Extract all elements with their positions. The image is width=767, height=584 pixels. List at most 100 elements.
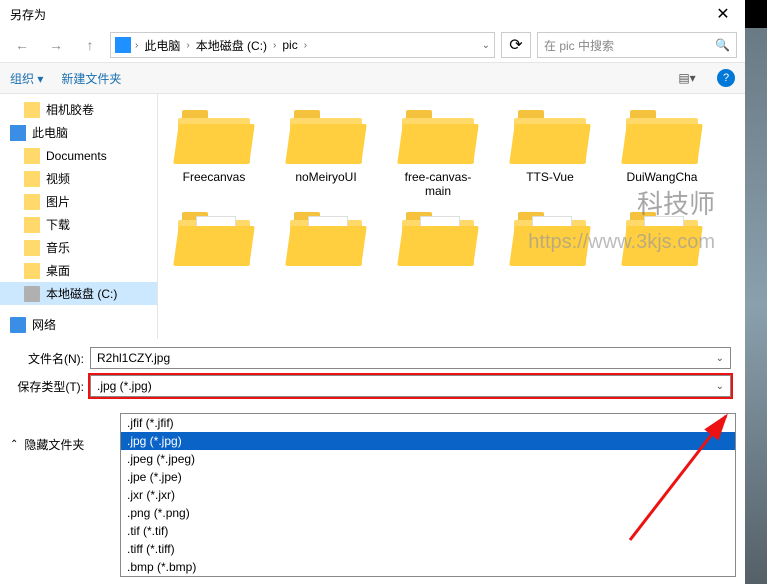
folder-item[interactable] (168, 210, 260, 272)
filetype-label: 保存类型(T): (14, 378, 90, 395)
file-list[interactable]: Freecanvas noMeiryoUI free-canvas-main TTS-… (158, 94, 745, 339)
folder-icon (402, 108, 474, 164)
filetype-option[interactable]: .jpeg (*.jpeg) (121, 450, 735, 468)
filetype-option[interactable]: .bmp (*.bmp) (121, 558, 735, 576)
sidebar-item[interactable]: 此电脑 (0, 121, 157, 144)
folder-icon (178, 108, 250, 164)
sidebar-item-label: 网络 (32, 316, 56, 333)
chevron-down-icon: ⌃ (10, 439, 18, 450)
breadcrumb-seg[interactable]: pic (278, 36, 301, 54)
sidebar-item[interactable]: 下载 (0, 213, 157, 236)
filename-label: 文件名(N): (14, 350, 90, 367)
filetype-option[interactable]: .jpg (*.jpg) (121, 432, 735, 450)
sidebar-item-label: 此电脑 (32, 124, 68, 141)
sidebar-item-label: 图片 (46, 193, 70, 210)
toolbar: 组织 ▾ 新建文件夹 ▤▾ ? (0, 62, 745, 94)
sidebar-item-label: 桌面 (46, 262, 70, 279)
breadcrumb[interactable]: › 此电脑 › 本地磁盘 (C:) › pic › ⌄ (110, 32, 495, 58)
save-as-dialog: 另存为 ✕ ← → ↑ › 此电脑 › 本地磁盘 (C:) › pic › ⌄ … (0, 0, 745, 584)
folder-icon (24, 263, 40, 279)
folder-icon (290, 210, 362, 266)
folder-icon (514, 108, 586, 164)
refresh-button[interactable]: ⟳ (501, 32, 531, 58)
chevron-right-icon: › (135, 40, 138, 51)
folder-item[interactable] (392, 210, 484, 272)
hide-folders-toggle[interactable]: ⌃ 隐藏文件夹 (10, 436, 84, 453)
fields: 文件名(N): R2hl1CZY.jpg ⌄ 保存类型(T): .jpg (*.… (0, 339, 745, 397)
breadcrumb-seg[interactable]: 本地磁盘 (C:) (192, 35, 271, 56)
view-mode-button[interactable]: ▤▾ (675, 67, 699, 89)
search-placeholder: 在 pic 中搜索 (544, 37, 614, 54)
back-button[interactable]: ← (8, 32, 36, 58)
sidebar-item-label: 音乐 (46, 239, 70, 256)
folder-icon (290, 108, 362, 164)
sidebar-item[interactable]: Documents (0, 144, 157, 167)
titlebar: 另存为 ✕ (0, 0, 745, 28)
filetype-option[interactable]: .png (*.png) (121, 504, 735, 522)
filetype-option[interactable]: .jpe (*.jpe) (121, 468, 735, 486)
filetype-option[interactable]: .jfif (*.jfif) (121, 414, 735, 432)
sidebar-item[interactable]: 音乐 (0, 236, 157, 259)
chevron-right-icon: › (304, 40, 307, 51)
dialog-title: 另存为 (10, 6, 46, 23)
chevron-down-icon[interactable]: ⌄ (716, 381, 724, 392)
sidebar-item-label: 本地磁盘 (C:) (46, 285, 117, 302)
folder-icon (626, 210, 698, 266)
refresh-icon: ⟳ (509, 35, 522, 55)
disk-icon (24, 286, 40, 302)
folder-icon (24, 148, 40, 164)
folder-label: TTS-Vue (526, 170, 574, 184)
sidebar-item[interactable]: 相机胶卷 (0, 98, 157, 121)
up-button[interactable]: ↑ (76, 32, 104, 58)
sidebar-item[interactable]: 图片 (0, 190, 157, 213)
folder-item[interactable] (280, 210, 372, 272)
sidebar-item-label: Documents (46, 149, 107, 163)
filetype-option[interactable]: .jxr (*.jxr) (121, 486, 735, 504)
chevron-down-icon[interactable]: ⌄ (482, 40, 490, 51)
pc-icon (115, 37, 131, 53)
sidebar-item[interactable]: 视频 (0, 167, 157, 190)
folder-label: noMeiryoUI (295, 170, 356, 184)
organize-button[interactable]: 组织 ▾ (10, 70, 43, 87)
folder-icon (24, 240, 40, 256)
sidebar: 相机胶卷此电脑 Documents 视频图片下载音乐桌面本地磁盘 (C:) 网络 (0, 94, 158, 339)
folder-icon (24, 102, 40, 118)
folder-icon (24, 194, 40, 210)
filetype-dropdown[interactable]: .jfif (*.jfif).jpg (*.jpg).jpeg (*.jpeg)… (120, 413, 736, 577)
sidebar-item[interactable]: 网络 (0, 313, 157, 336)
filetype-option[interactable]: .tiff (*.tiff) (121, 540, 735, 558)
new-folder-button[interactable]: 新建文件夹 (61, 70, 121, 87)
filetype-option[interactable]: .tif (*.tif) (121, 522, 735, 540)
sidebar-item[interactable]: 本地磁盘 (C:) (0, 282, 157, 305)
sidebar-item-label: 视频 (46, 170, 70, 187)
pc-icon (10, 125, 26, 141)
close-button[interactable]: ✕ (701, 0, 745, 28)
search-input[interactable]: 在 pic 中搜索 🔍 (537, 32, 737, 58)
folder-item[interactable]: TTS-Vue (504, 108, 596, 198)
chevron-down-icon[interactable]: ⌄ (716, 353, 724, 364)
folder-item[interactable]: Freecanvas (168, 108, 260, 198)
folder-icon (402, 210, 474, 266)
filetype-select[interactable]: .jpg (*.jpg) ⌄ (90, 375, 731, 397)
sidebar-item-label: 相机胶卷 (46, 101, 94, 118)
chevron-right-icon: › (186, 40, 189, 51)
folder-icon (24, 171, 40, 187)
nav-row: ← → ↑ › 此电脑 › 本地磁盘 (C:) › pic › ⌄ ⟳ 在 pi… (0, 28, 745, 62)
search-icon: 🔍 (715, 38, 730, 52)
breadcrumb-seg[interactable]: 此电脑 (140, 35, 184, 56)
background-strip (745, 28, 767, 584)
folder-item[interactable] (616, 210, 708, 272)
chevron-right-icon: › (273, 40, 276, 51)
help-button[interactable]: ? (717, 69, 735, 87)
folder-icon (24, 217, 40, 233)
folder-label: DuiWangCha (627, 170, 698, 184)
net-icon (10, 317, 26, 333)
folder-item[interactable]: free-canvas-main (392, 108, 484, 198)
folder-item[interactable]: DuiWangCha (616, 108, 708, 198)
folder-item[interactable]: noMeiryoUI (280, 108, 372, 198)
folder-item[interactable] (504, 210, 596, 272)
sidebar-item[interactable]: 桌面 (0, 259, 157, 282)
folder-icon (514, 210, 586, 266)
folder-label: Freecanvas (183, 170, 246, 184)
filename-input[interactable]: R2hl1CZY.jpg ⌄ (90, 347, 731, 369)
